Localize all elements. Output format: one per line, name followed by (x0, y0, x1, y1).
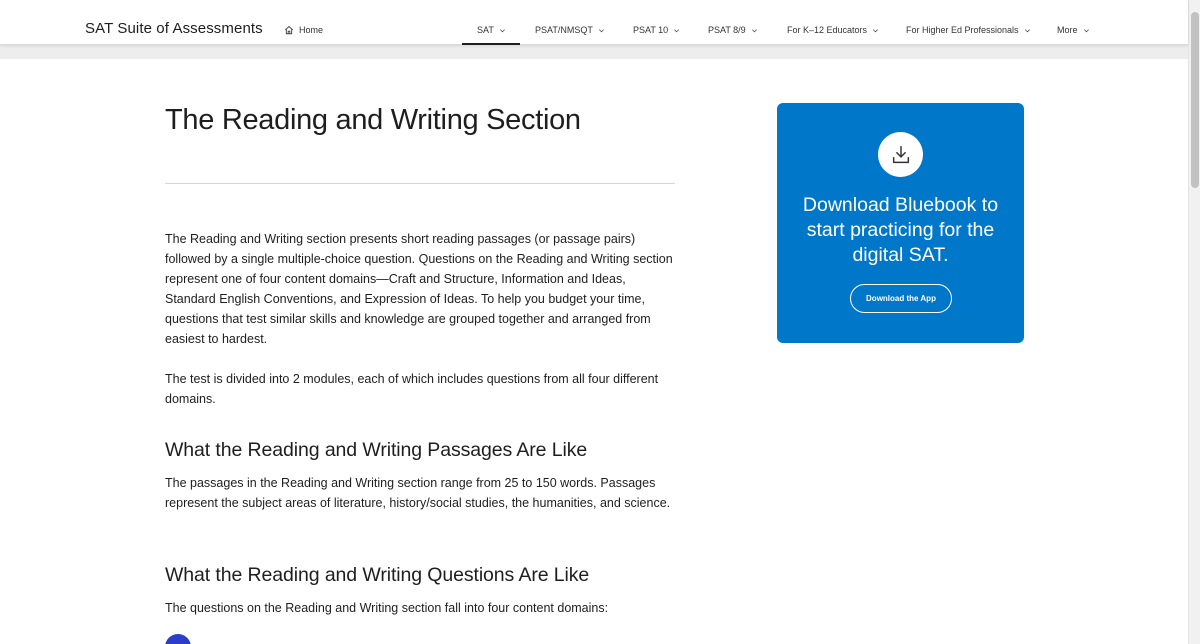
home-link[interactable]: Home (284, 25, 323, 35)
title-divider (165, 183, 675, 184)
chevron-down-icon (598, 29, 604, 33)
promo-text: Download Bluebook to start practicing fo… (802, 194, 999, 266)
page-scrollbar[interactable] (1188, 0, 1200, 644)
chevron-down-icon (1024, 29, 1030, 33)
home-label: Home (299, 25, 324, 35)
nav-label: More (1057, 25, 1078, 35)
nav-label: PSAT 8/9 (708, 25, 746, 35)
intro-paragraph: The Reading and Writing section presents… (165, 232, 673, 346)
download-icon (878, 132, 923, 177)
nav-label: SAT (477, 25, 494, 35)
nav-label: PSAT/NMSQT (535, 25, 593, 35)
nav-label: PSAT 10 (633, 25, 669, 35)
domain-bullet (165, 634, 191, 644)
nav-item-k12-educators[interactable]: For K–12 Educators (787, 25, 879, 45)
nav-item-psat-10[interactable]: PSAT 10 (633, 25, 680, 45)
bluebook-promo-card: Download Bluebook to start practicing fo… (777, 103, 1024, 343)
passages-heading: What the Reading and Writing Passages Ar… (165, 439, 588, 461)
chevron-down-icon (751, 29, 757, 33)
page-title: The Reading and Writing Section (165, 104, 581, 136)
nav-item-higher-ed[interactable]: For Higher Ed Professionals (906, 25, 1031, 45)
scrollbar-thumb[interactable] (1191, 12, 1199, 188)
site-brand[interactable]: SAT Suite of Assessments (85, 20, 263, 37)
chevron-down-icon (674, 29, 680, 33)
nav-item-sat[interactable]: SAT (462, 25, 520, 45)
chevron-down-icon (1083, 29, 1089, 33)
top-navigation-bar: SAT Suite of Assessments Home SAT PSAT/N… (0, 0, 1188, 45)
download-app-button[interactable]: Download the App (850, 284, 952, 313)
header-band (0, 45, 1188, 59)
nav-label: For Higher Ed Professionals (906, 25, 1019, 35)
modules-paragraph: The test is divided into 2 modules, each… (165, 372, 659, 406)
chevron-down-icon (499, 29, 505, 33)
chevron-down-icon (873, 29, 879, 33)
nav-item-psat-8-9[interactable]: PSAT 8/9 (708, 25, 758, 45)
nav-item-more[interactable]: More (1057, 25, 1090, 45)
questions-paragraph: The questions on the Reading and Writing… (165, 601, 609, 615)
questions-heading: What the Reading and Writing Questions A… (165, 564, 590, 586)
home-icon (284, 25, 294, 35)
passages-paragraph: The passages in the Reading and Writing … (165, 476, 671, 510)
nav-item-psat-nmsqt[interactable]: PSAT/NMSQT (535, 25, 605, 45)
nav-label: For K–12 Educators (787, 25, 868, 35)
